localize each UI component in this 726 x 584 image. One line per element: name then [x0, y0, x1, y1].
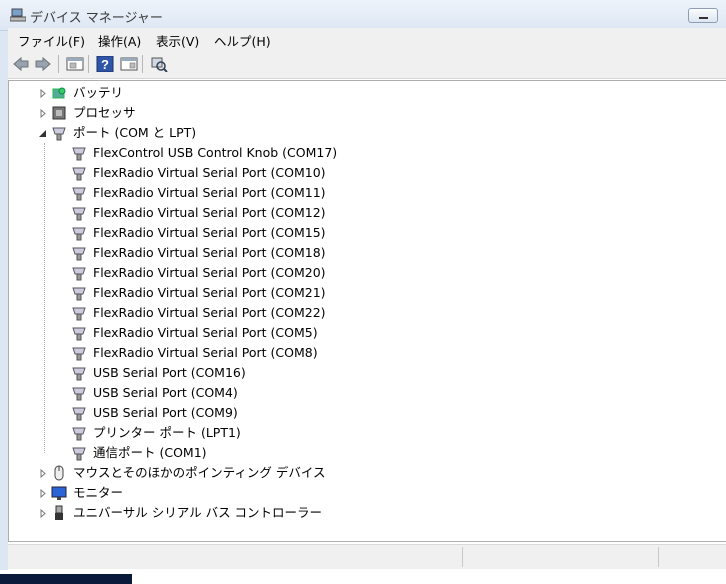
taskbar-fragment — [0, 574, 132, 584]
port-device-icon — [72, 407, 86, 421]
mouse-icon — [54, 465, 64, 481]
title-bar[interactable]: デバイス マネージャー — [0, 0, 726, 31]
svg-text:?: ? — [101, 57, 109, 72]
menu-action[interactable]: 操作(A) — [98, 31, 141, 50]
port-device-label: FlexRadio Virtual Serial Port (COM21) — [93, 285, 326, 300]
port-device-icon — [72, 367, 86, 381]
tree-guide-line — [44, 143, 45, 453]
port-device-icon — [72, 267, 86, 281]
port-device-icon — [72, 387, 86, 401]
window-title: デバイス マネージャー — [30, 11, 163, 26]
port-device-icon — [72, 247, 86, 261]
help-icon[interactable]: ? — [96, 56, 114, 72]
port-icon — [52, 127, 66, 141]
port-device-label: FlexRadio Virtual Serial Port (COM12) — [93, 205, 326, 220]
expand-chevron-icon[interactable] — [39, 109, 48, 118]
tree-item-label: バッテリ — [73, 85, 124, 100]
port-device-icon — [72, 447, 86, 461]
port-device-label: USB Serial Port (COM4) — [93, 385, 238, 400]
port-device-icon — [72, 167, 86, 181]
menu-bar: ファイル(F) 操作(A) 表示(V) ヘルプ(H) — [8, 28, 726, 50]
minimize-icon — [699, 17, 708, 19]
battery-icon — [52, 87, 66, 99]
port-device-label: FlexRadio Virtual Serial Port (COM8) — [93, 345, 318, 360]
port-device-label: USB Serial Port (COM9) — [93, 405, 238, 420]
expand-chevron-icon[interactable] — [39, 489, 48, 498]
port-device-label: FlexRadio Virtual Serial Port (COM10) — [93, 165, 326, 180]
tree-item-label: プロセッサ — [73, 105, 136, 120]
menu-help[interactable]: ヘルプ(H) — [214, 31, 271, 50]
device-tree[interactable]: バッテリ プロセッサ ポート (COM と LPT) FlexControl U… — [8, 80, 726, 542]
usb-icon — [55, 505, 63, 520]
back-arrow-icon[interactable] — [12, 56, 30, 72]
show-hidden-icon[interactable] — [120, 56, 138, 72]
expand-chevron-icon[interactable] — [39, 469, 48, 478]
tree-item-label: ポート (COM と LPT) — [73, 125, 197, 140]
collapse-chevron-icon[interactable] — [38, 129, 47, 138]
processor-icon — [52, 106, 66, 120]
menu-file[interactable]: ファイル(F) — [18, 31, 85, 50]
port-device-icon — [72, 227, 86, 241]
status-separator — [462, 547, 463, 567]
port-device-label: FlexRadio Virtual Serial Port (COM22) — [93, 305, 326, 320]
scan-hardware-icon[interactable] — [150, 56, 168, 72]
port-device-icon — [72, 427, 86, 441]
port-device-icon — [72, 187, 86, 201]
port-device-icon — [72, 207, 86, 221]
menu-view[interactable]: 表示(V) — [156, 31, 199, 50]
port-device-label: USB Serial Port (COM16) — [93, 365, 246, 380]
properties-icon[interactable] — [66, 56, 84, 72]
status-separator — [658, 547, 659, 567]
toolbar-separator — [142, 55, 143, 73]
minimize-button[interactable] — [688, 8, 718, 23]
port-device-label: FlexRadio Virtual Serial Port (COM11) — [93, 185, 326, 200]
tree-item-label: モニター — [73, 485, 124, 500]
expand-chevron-icon[interactable] — [39, 509, 48, 518]
port-device-icon — [72, 287, 86, 301]
window-frame — [0, 30, 8, 570]
port-device-label: プリンター ポート (LPT1) — [93, 425, 241, 440]
toolbar-separator — [88, 55, 89, 73]
port-device-label: 通信ポート (COM1) — [93, 445, 207, 460]
tree-item-label: ユニバーサル シリアル バス コントローラー — [73, 505, 323, 520]
port-device-icon — [72, 347, 86, 361]
toolbar-separator — [58, 55, 59, 73]
port-device-label: FlexControl USB Control Knob (COM17) — [93, 145, 338, 160]
port-device-icon — [72, 307, 86, 321]
forward-arrow-icon[interactable] — [34, 56, 52, 72]
expand-chevron-icon[interactable] — [39, 89, 48, 98]
port-device-label: FlexRadio Virtual Serial Port (COM18) — [93, 245, 326, 260]
port-device-label: FlexRadio Virtual Serial Port (COM15) — [93, 225, 326, 240]
device-manager-icon — [10, 8, 26, 22]
monitor-icon — [51, 486, 67, 500]
port-device-icon — [72, 147, 86, 161]
tree-item-label: マウスとそのほかのポインティング デバイス — [73, 465, 326, 480]
port-device-icon — [72, 327, 86, 341]
status-bar — [8, 544, 726, 569]
port-device-label: FlexRadio Virtual Serial Port (COM20) — [93, 265, 326, 280]
toolbar: ? — [8, 50, 726, 79]
port-device-label: FlexRadio Virtual Serial Port (COM5) — [93, 325, 318, 340]
